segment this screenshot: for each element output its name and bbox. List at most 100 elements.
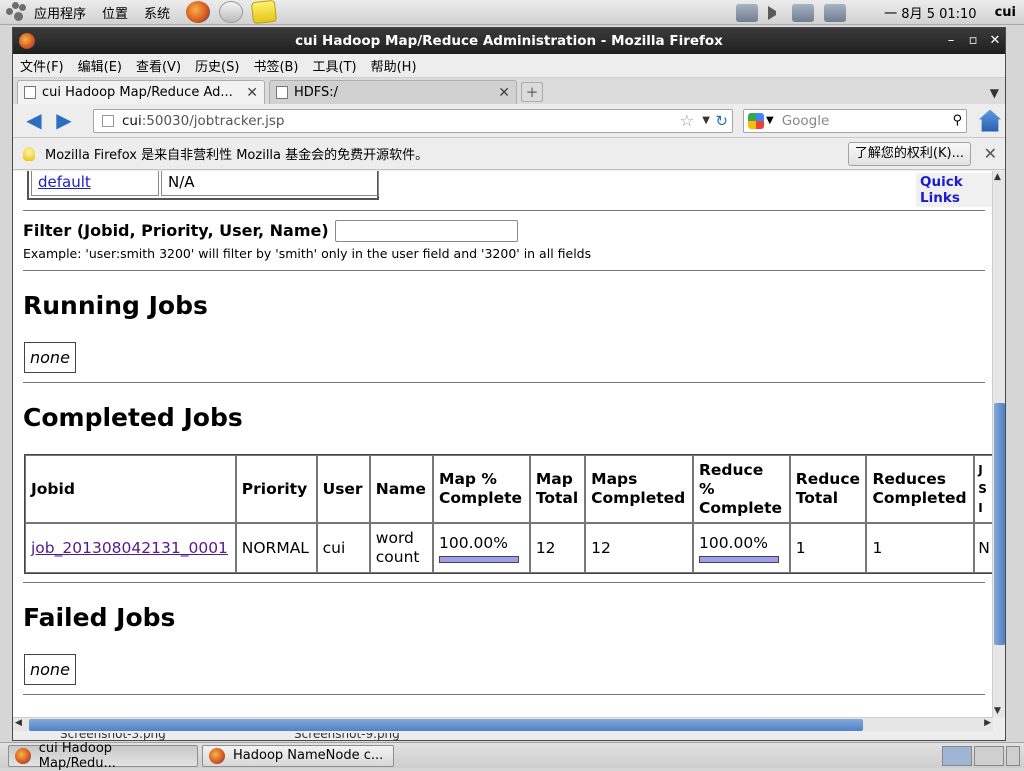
panel-user[interactable]: cui bbox=[995, 5, 1016, 20]
know-rights-button[interactable]: 了解您的权利(K)... bbox=[847, 141, 971, 166]
site-identity-icon[interactable] bbox=[102, 114, 114, 127]
completed-jobs-heading: Completed Jobs bbox=[23, 403, 243, 432]
clock[interactable]: 一 8月 5 01:10 bbox=[884, 3, 976, 22]
network-tray-icon[interactable] bbox=[736, 3, 759, 22]
col-map-total[interactable]: Map Total bbox=[529, 455, 586, 523]
new-tab-button[interactable]: + bbox=[521, 82, 543, 102]
running-jobs-heading: Running Jobs bbox=[23, 291, 208, 320]
url-history-chevron-icon[interactable]: ▼ bbox=[702, 115, 710, 126]
col-priority[interactable]: Priority bbox=[235, 455, 317, 523]
scroll-down-icon[interactable]: ▼ bbox=[994, 706, 1001, 716]
close-icon[interactable]: ✕ bbox=[989, 34, 1001, 47]
tab-label: cui Hadoop Map/Reduce Ad... bbox=[42, 85, 233, 100]
mail-launcher-icon[interactable] bbox=[219, 1, 244, 23]
firefox-window: cui Hadoop Map/Reduce Administration - M… bbox=[12, 27, 1006, 741]
workspace-2[interactable] bbox=[974, 746, 1004, 766]
home-icon[interactable] bbox=[979, 109, 1001, 132]
col-reduce-pct[interactable]: Reduce % Complete bbox=[692, 455, 790, 523]
desktop-file[interactable]: Screenshot-9.png bbox=[294, 733, 400, 741]
table-header-row: Jobid Priority User Name Map % Complete … bbox=[25, 455, 993, 523]
panel-menus: 应用程序 位置 系统 bbox=[0, 0, 285, 25]
divider bbox=[23, 582, 985, 583]
divider bbox=[23, 382, 985, 383]
navbar: ◀ ▶ cui:50030/jobtracker.jsp ☆ ▼ ↻ ▼ Goo… bbox=[13, 104, 1005, 138]
notification-close-icon[interactable]: ✕ bbox=[984, 144, 997, 163]
menu-file[interactable]: 文件(F) bbox=[13, 56, 71, 75]
search-bar[interactable]: ▼ Google ⚲ bbox=[743, 108, 967, 133]
url-host: cui bbox=[122, 112, 142, 129]
cell-map-pct: 100.00% bbox=[433, 523, 530, 573]
job-link[interactable]: job_201308042131_0001 bbox=[31, 539, 228, 557]
tab-close-icon[interactable]: ✕ bbox=[498, 85, 510, 101]
printer-tray-icon[interactable] bbox=[824, 3, 847, 22]
completed-jobs-table: Jobid Priority User Name Map % Complete … bbox=[24, 454, 993, 574]
page-icon bbox=[24, 86, 36, 99]
bookmark-star-icon[interactable]: ☆ bbox=[680, 111, 694, 130]
menu-help[interactable]: 帮助(H) bbox=[364, 56, 424, 75]
forward-button[interactable]: ▶ bbox=[49, 110, 79, 132]
vertical-scroll-thumb[interactable] bbox=[994, 403, 1005, 645]
firefox-launcher-icon[interactable] bbox=[186, 1, 211, 23]
gnome-foot-icon[interactable] bbox=[6, 2, 28, 22]
col-map-pct[interactable]: Map % Complete bbox=[433, 455, 530, 523]
filter-input[interactable] bbox=[335, 220, 518, 242]
col-jobid[interactable]: Jobid bbox=[25, 455, 236, 523]
running-jobs-none: none bbox=[24, 342, 76, 373]
quick-links[interactable]: Quick Links bbox=[916, 173, 993, 207]
back-button[interactable]: ◀ bbox=[19, 110, 49, 132]
horizontal-scrollbar[interactable]: ◀ ▶ bbox=[13, 717, 993, 731]
google-engine-icon[interactable] bbox=[748, 112, 764, 129]
tab-list-chevron-icon[interactable]: ▼ bbox=[990, 86, 999, 100]
firefox-icon bbox=[209, 747, 225, 764]
lightbulb-icon bbox=[23, 146, 35, 161]
volume-icon[interactable] bbox=[768, 5, 782, 20]
maximize-icon[interactable]: ▫ bbox=[967, 34, 979, 47]
notes-launcher-icon[interactable] bbox=[250, 0, 278, 25]
vertical-scrollbar[interactable]: ▲ ▼ bbox=[992, 171, 1005, 717]
menu-tools[interactable]: 工具(T) bbox=[306, 56, 364, 75]
minimize-icon[interactable]: – bbox=[945, 34, 957, 47]
tabbar: cui Hadoop Map/Reduce Ad... ✕ HDFS:/ ✕ +… bbox=[13, 78, 1005, 104]
divider bbox=[23, 694, 985, 695]
taskbar-item-jobtracker[interactable]: cui Hadoop Map/Redu... bbox=[8, 741, 198, 771]
notification-text: Mozilla Firefox 是来自非营利性 Mozilla 基金会的免费开源… bbox=[45, 148, 429, 163]
horizontal-scroll-thumb[interactable] bbox=[29, 719, 863, 731]
reload-icon[interactable]: ↻ bbox=[715, 112, 728, 130]
taskbar-item-namenode[interactable]: Hadoop NameNode c... bbox=[202, 744, 394, 767]
engine-chevron-icon[interactable]: ▼ bbox=[766, 115, 774, 126]
scroll-up-icon[interactable]: ▲ bbox=[994, 172, 1001, 182]
show-desktop-icon[interactable] bbox=[1006, 746, 1020, 766]
workspace-1[interactable] bbox=[942, 746, 972, 766]
menu-edit[interactable]: 编辑(E) bbox=[71, 56, 129, 75]
queue-link[interactable]: default bbox=[38, 173, 91, 191]
firefox-icon bbox=[15, 747, 31, 764]
tab-hdfs[interactable]: HDFS:/ ✕ bbox=[269, 80, 517, 104]
col-maps-completed[interactable]: Maps Completed bbox=[585, 455, 693, 523]
panel-menu-applications[interactable]: 应用程序 bbox=[34, 3, 86, 22]
tab-close-icon[interactable]: ✕ bbox=[246, 85, 258, 101]
menu-history[interactable]: 历史(S) bbox=[188, 56, 246, 75]
queue-name-cell: default bbox=[31, 171, 159, 196]
scroll-right-icon[interactable]: ▶ bbox=[984, 718, 991, 728]
search-placeholder[interactable]: Google bbox=[782, 113, 830, 129]
reduce-progress-bar bbox=[698, 555, 779, 563]
tab-jobtracker[interactable]: cui Hadoop Map/Reduce Ad... ✕ bbox=[17, 80, 265, 104]
url-bar[interactable]: cui:50030/jobtracker.jsp ☆ ▼ ↻ bbox=[93, 108, 733, 133]
col-user[interactable]: User bbox=[316, 455, 370, 523]
panel-menu-places[interactable]: 位置 bbox=[102, 3, 128, 22]
url-path: :50030/jobtracker.jsp bbox=[141, 112, 285, 129]
col-name[interactable]: Name bbox=[369, 455, 434, 523]
cell-map-total: 12 bbox=[529, 523, 586, 573]
scroll-left-icon[interactable]: ◀ bbox=[15, 718, 22, 728]
col-reduces-completed[interactable]: Reduces Completed bbox=[866, 455, 975, 523]
menu-view[interactable]: 查看(V) bbox=[129, 56, 188, 75]
col-truncated[interactable]: J S I bbox=[974, 455, 993, 523]
search-go-icon[interactable]: ⚲ bbox=[952, 113, 962, 128]
col-reduce-total[interactable]: Reduce Total bbox=[789, 455, 867, 523]
titlebar[interactable]: cui Hadoop Map/Reduce Administration - M… bbox=[13, 28, 1005, 54]
url-text[interactable]: cui:50030/jobtracker.jsp bbox=[122, 113, 285, 129]
panel-menu-system[interactable]: 系统 bbox=[144, 3, 170, 22]
filter-label: Filter (Jobid, Priority, User, Name) bbox=[23, 221, 329, 240]
menu-bookmarks[interactable]: 书签(B) bbox=[246, 56, 305, 75]
display-tray-icon[interactable] bbox=[792, 3, 815, 22]
